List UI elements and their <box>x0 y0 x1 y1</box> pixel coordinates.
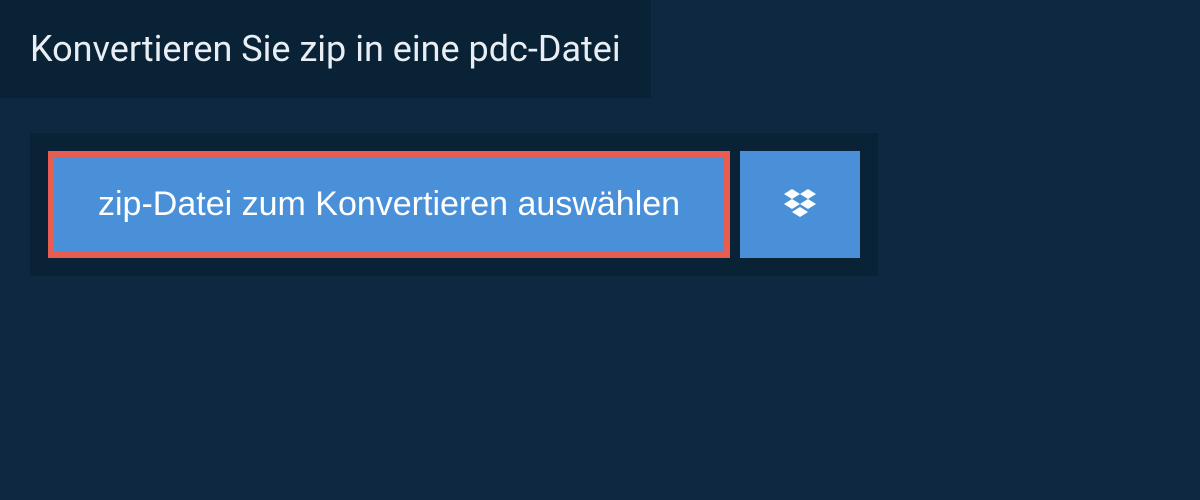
dropbox-button[interactable] <box>740 151 860 258</box>
title-bar: Konvertieren Sie zip in eine pdc-Datei <box>0 0 651 98</box>
upload-section: zip-Datei zum Konvertieren auswählen <box>30 133 878 276</box>
dropbox-icon <box>780 185 820 225</box>
select-file-label: zip-Datei zum Konvertieren auswählen <box>98 185 680 224</box>
page-title: Konvertieren Sie zip in eine pdc-Datei <box>30 28 621 70</box>
select-file-button[interactable]: zip-Datei zum Konvertieren auswählen <box>48 151 730 258</box>
